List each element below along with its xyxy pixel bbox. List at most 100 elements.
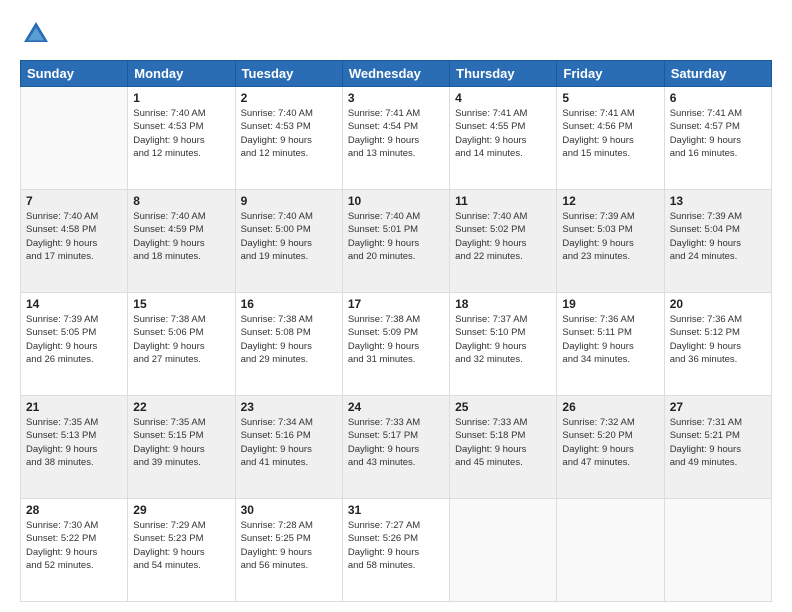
- calendar-cell: 30 Sunrise: 7:28 AM Sunset: 5:25 PM Dayli…: [235, 499, 342, 602]
- day-number: 24: [348, 400, 444, 414]
- calendar-week-row: 14 Sunrise: 7:39 AM Sunset: 5:05 PM Dayli…: [21, 293, 772, 396]
- cell-content: Sunrise: 7:35 AM Sunset: 5:13 PM Dayligh…: [26, 416, 122, 469]
- calendar-cell: 23 Sunrise: 7:34 AM Sunset: 5:16 PM Dayli…: [235, 396, 342, 499]
- day-number: 11: [455, 194, 551, 208]
- calendar-cell: 22 Sunrise: 7:35 AM Sunset: 5:15 PM Dayli…: [128, 396, 235, 499]
- calendar-cell: 15 Sunrise: 7:38 AM Sunset: 5:06 PM Dayli…: [128, 293, 235, 396]
- day-number: 15: [133, 297, 229, 311]
- calendar-cell: 11 Sunrise: 7:40 AM Sunset: 5:02 PM Dayli…: [450, 190, 557, 293]
- cell-content: Sunrise: 7:39 AM Sunset: 5:05 PM Dayligh…: [26, 313, 122, 366]
- day-number: 20: [670, 297, 766, 311]
- day-number: 25: [455, 400, 551, 414]
- cell-content: Sunrise: 7:38 AM Sunset: 5:06 PM Dayligh…: [133, 313, 229, 366]
- cell-content: Sunrise: 7:40 AM Sunset: 4:53 PM Dayligh…: [133, 107, 229, 160]
- cell-content: Sunrise: 7:28 AM Sunset: 5:25 PM Dayligh…: [241, 519, 337, 572]
- day-number: 5: [562, 91, 658, 105]
- calendar-cell: 31 Sunrise: 7:27 AM Sunset: 5:26 PM Dayli…: [342, 499, 449, 602]
- calendar-cell: 12Sunrise: 7:39 AM Sunset: 5:03 PM Dayli…: [557, 190, 664, 293]
- calendar-cell: 1 Sunrise: 7:40 AM Sunset: 4:53 PM Daylig…: [128, 87, 235, 190]
- calendar-cell: 16 Sunrise: 7:38 AM Sunset: 5:08 PM Dayli…: [235, 293, 342, 396]
- cell-content: Sunrise: 7:39 AM Sunset: 5:03 PM Dayligh…: [562, 210, 658, 263]
- cell-content: Sunrise: 7:39 AM Sunset: 5:04 PM Dayligh…: [670, 210, 766, 263]
- day-number: 28: [26, 503, 122, 517]
- day-number: 16: [241, 297, 337, 311]
- calendar-week-row: 1 Sunrise: 7:40 AM Sunset: 4:53 PM Daylig…: [21, 87, 772, 190]
- calendar-cell: 27 Sunrise: 7:31 AM Sunset: 5:21 PM Dayli…: [664, 396, 771, 499]
- calendar-cell: 10 Sunrise: 7:40 AM Sunset: 5:01 PM Dayli…: [342, 190, 449, 293]
- cell-content: Sunrise: 7:36 AM Sunset: 5:12 PM Dayligh…: [670, 313, 766, 366]
- day-number: 23: [241, 400, 337, 414]
- day-number: 21: [26, 400, 122, 414]
- cell-content: Sunrise: 7:40 AM Sunset: 5:00 PM Dayligh…: [241, 210, 337, 263]
- cell-content: Sunrise: 7:38 AM Sunset: 5:08 PM Dayligh…: [241, 313, 337, 366]
- calendar-cell: 13 Sunrise: 7:39 AM Sunset: 5:04 PM Dayli…: [664, 190, 771, 293]
- cell-content: Sunrise: 7:38 AM Sunset: 5:09 PM Dayligh…: [348, 313, 444, 366]
- cell-content: Sunrise: 7:41 AM Sunset: 4:55 PM Dayligh…: [455, 107, 551, 160]
- calendar-week-row: 21 Sunrise: 7:35 AM Sunset: 5:13 PM Dayli…: [21, 396, 772, 499]
- day-number: 6: [670, 91, 766, 105]
- cell-content: Sunrise: 7:41 AM Sunset: 4:56 PM Dayligh…: [562, 107, 658, 160]
- column-header-friday: Friday: [557, 61, 664, 87]
- day-number: 7: [26, 194, 122, 208]
- cell-content: Sunrise: 7:40 AM Sunset: 5:02 PM Dayligh…: [455, 210, 551, 263]
- cell-content: Sunrise: 7:32 AM Sunset: 5:20 PM Dayligh…: [562, 416, 658, 469]
- day-number: 8: [133, 194, 229, 208]
- day-number: 9: [241, 194, 337, 208]
- cell-content: Sunrise: 7:30 AM Sunset: 5:22 PM Dayligh…: [26, 519, 122, 572]
- calendar-cell: 4 Sunrise: 7:41 AM Sunset: 4:55 PM Daylig…: [450, 87, 557, 190]
- calendar-cell: 28 Sunrise: 7:30 AM Sunset: 5:22 PM Dayli…: [21, 499, 128, 602]
- calendar-cell: 2Sunrise: 7:40 AM Sunset: 4:53 PM Daylig…: [235, 87, 342, 190]
- day-number: 4: [455, 91, 551, 105]
- cell-content: Sunrise: 7:40 AM Sunset: 4:58 PM Dayligh…: [26, 210, 122, 263]
- calendar-cell: [557, 499, 664, 602]
- column-header-tuesday: Tuesday: [235, 61, 342, 87]
- calendar-week-row: 7 Sunrise: 7:40 AM Sunset: 4:58 PM Daylig…: [21, 190, 772, 293]
- cell-content: Sunrise: 7:36 AM Sunset: 5:11 PM Dayligh…: [562, 313, 658, 366]
- calendar-header-row: SundayMondayTuesdayWednesdayThursdayFrid…: [21, 61, 772, 87]
- calendar-cell: 21 Sunrise: 7:35 AM Sunset: 5:13 PM Dayli…: [21, 396, 128, 499]
- calendar-cell: 8 Sunrise: 7:40 AM Sunset: 4:59 PM Daylig…: [128, 190, 235, 293]
- logo: [20, 18, 58, 50]
- calendar-cell: 24 Sunrise: 7:33 AM Sunset: 5:17 PM Dayli…: [342, 396, 449, 499]
- column-header-sunday: Sunday: [21, 61, 128, 87]
- day-number: 1: [133, 91, 229, 105]
- day-number: 3: [348, 91, 444, 105]
- day-number: 31: [348, 503, 444, 517]
- calendar-week-row: 28 Sunrise: 7:30 AM Sunset: 5:22 PM Dayli…: [21, 499, 772, 602]
- cell-content: Sunrise: 7:33 AM Sunset: 5:17 PM Dayligh…: [348, 416, 444, 469]
- cell-content: Sunrise: 7:40 AM Sunset: 4:59 PM Dayligh…: [133, 210, 229, 263]
- calendar-cell: 9 Sunrise: 7:40 AM Sunset: 5:00 PM Daylig…: [235, 190, 342, 293]
- calendar-cell: 14 Sunrise: 7:39 AM Sunset: 5:05 PM Dayli…: [21, 293, 128, 396]
- day-number: 18: [455, 297, 551, 311]
- cell-content: Sunrise: 7:40 AM Sunset: 5:01 PM Dayligh…: [348, 210, 444, 263]
- calendar-cell: 18 Sunrise: 7:37 AM Sunset: 5:10 PM Dayli…: [450, 293, 557, 396]
- day-number: 19: [562, 297, 658, 311]
- page: SundayMondayTuesdayWednesdayThursdayFrid…: [0, 0, 792, 612]
- day-number: 22: [133, 400, 229, 414]
- calendar-cell: [21, 87, 128, 190]
- day-number: 17: [348, 297, 444, 311]
- calendar-cell: 7 Sunrise: 7:40 AM Sunset: 4:58 PM Daylig…: [21, 190, 128, 293]
- column-header-thursday: Thursday: [450, 61, 557, 87]
- day-number: 26: [562, 400, 658, 414]
- calendar-cell: [450, 499, 557, 602]
- column-header-saturday: Saturday: [664, 61, 771, 87]
- day-number: 10: [348, 194, 444, 208]
- calendar-cell: 3Sunrise: 7:41 AM Sunset: 4:54 PM Daylig…: [342, 87, 449, 190]
- calendar-cell: 6Sunrise: 7:41 AM Sunset: 4:57 PM Daylig…: [664, 87, 771, 190]
- day-number: 30: [241, 503, 337, 517]
- cell-content: Sunrise: 7:27 AM Sunset: 5:26 PM Dayligh…: [348, 519, 444, 572]
- calendar-cell: 17 Sunrise: 7:38 AM Sunset: 5:09 PM Dayli…: [342, 293, 449, 396]
- calendar-cell: 20 Sunrise: 7:36 AM Sunset: 5:12 PM Dayli…: [664, 293, 771, 396]
- cell-content: Sunrise: 7:31 AM Sunset: 5:21 PM Dayligh…: [670, 416, 766, 469]
- calendar-cell: 25Sunrise: 7:33 AM Sunset: 5:18 PM Dayli…: [450, 396, 557, 499]
- day-number: 13: [670, 194, 766, 208]
- cell-content: Sunrise: 7:37 AM Sunset: 5:10 PM Dayligh…: [455, 313, 551, 366]
- day-number: 27: [670, 400, 766, 414]
- day-number: 14: [26, 297, 122, 311]
- calendar-cell: 29Sunrise: 7:29 AM Sunset: 5:23 PM Dayli…: [128, 499, 235, 602]
- cell-content: Sunrise: 7:40 AM Sunset: 4:53 PM Dayligh…: [241, 107, 337, 160]
- cell-content: Sunrise: 7:35 AM Sunset: 5:15 PM Dayligh…: [133, 416, 229, 469]
- cell-content: Sunrise: 7:34 AM Sunset: 5:16 PM Dayligh…: [241, 416, 337, 469]
- column-header-monday: Monday: [128, 61, 235, 87]
